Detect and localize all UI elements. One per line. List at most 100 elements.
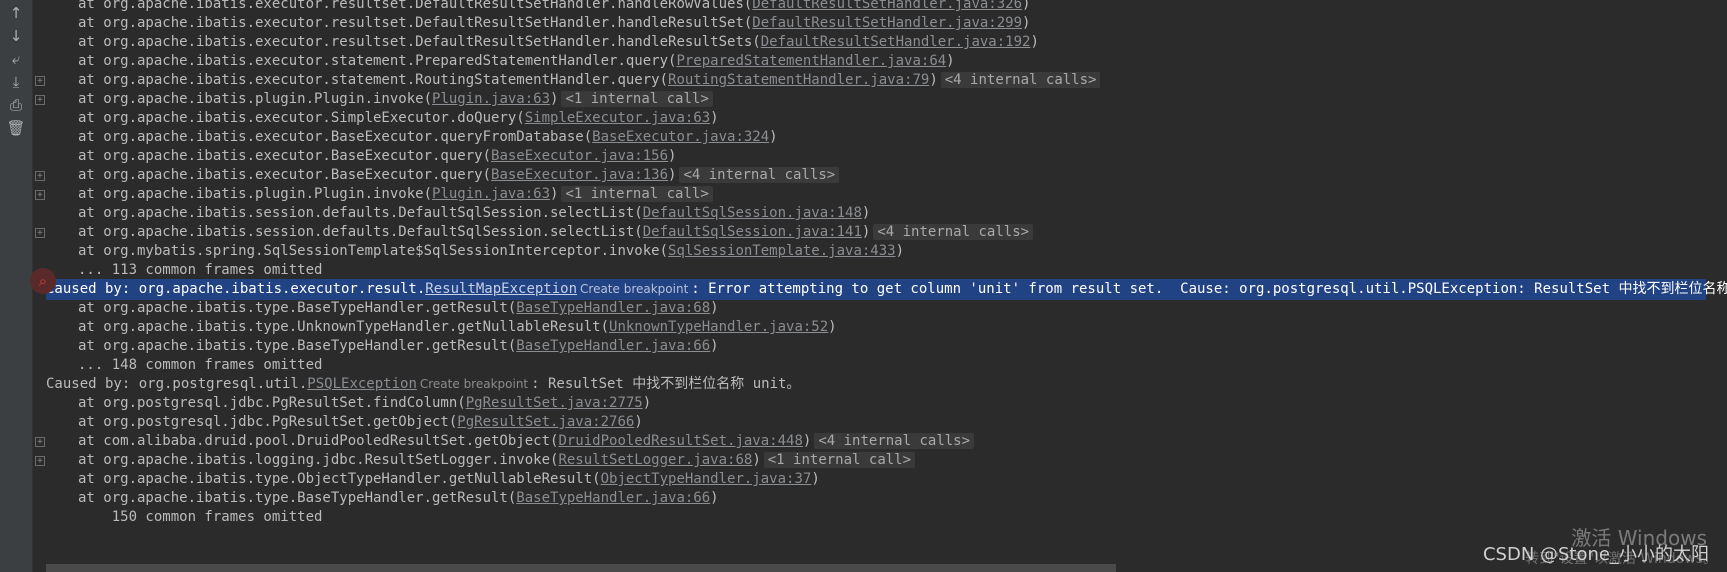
- frame-text-suffix: ): [634, 414, 643, 430]
- source-file-link[interactable]: Plugin.java:63: [432, 186, 550, 202]
- frame-text-suffix: ): [642, 395, 652, 411]
- source-file-link[interactable]: Plugin.java:63: [432, 91, 550, 107]
- internal-calls-badge[interactable]: <4 internal calls>: [814, 433, 975, 449]
- source-file-link[interactable]: PgResultSet.java:2766: [457, 414, 634, 430]
- stack-frame-line[interactable]: at org.postgresql.jdbc.PgResultSet.getOb…: [46, 412, 643, 433]
- exception-class-link[interactable]: ResultMapException: [425, 281, 577, 297]
- stack-frame-line[interactable]: at org.apache.ibatis.executor.statement.…: [46, 70, 1101, 91]
- stack-frame-line[interactable]: at org.apache.ibatis.executor.BaseExecut…: [46, 146, 676, 167]
- source-file-link[interactable]: ObjectTypeHandler.java:37: [601, 471, 812, 487]
- expand-fold-icon[interactable]: +: [35, 228, 45, 238]
- stack-frame-line[interactable]: at org.apache.ibatis.type.BaseTypeHandle…: [46, 336, 719, 357]
- stack-frame-line[interactable]: at org.apache.ibatis.executor.statement.…: [46, 51, 955, 72]
- stack-frame-line[interactable]: at org.apache.ibatis.plugin.Plugin.invok…: [46, 89, 713, 110]
- frame-text: at org.apache.ibatis.executor.BaseExecut…: [78, 129, 593, 145]
- internal-calls-badge[interactable]: <4 internal calls>: [873, 224, 1034, 240]
- internal-calls-badge[interactable]: <1 internal call>: [561, 186, 713, 202]
- stack-frame-line[interactable]: 150 common frames omitted: [46, 507, 323, 528]
- create-breakpoint-link[interactable]: Create breakpoint: [577, 282, 691, 296]
- source-file-link[interactable]: BaseExecutor.java:136: [491, 167, 668, 183]
- stack-frame-line[interactable]: at org.apache.ibatis.type.BaseTypeHandle…: [46, 488, 719, 509]
- stack-frame-line[interactable]: at org.apache.ibatis.type.UnknownTypeHan…: [46, 317, 837, 338]
- source-file-link[interactable]: BaseExecutor.java:324: [592, 129, 769, 145]
- stack-frame-line[interactable]: at org.apache.ibatis.type.BaseTypeHandle…: [46, 298, 719, 319]
- internal-calls-badge[interactable]: <1 internal call>: [763, 452, 916, 468]
- source-file-link[interactable]: SimpleExecutor.java:63: [525, 110, 710, 126]
- expand-fold-icon[interactable]: +: [35, 456, 45, 466]
- stack-frame-line[interactable]: at org.apache.ibatis.logging.jdbc.Result…: [46, 450, 916, 471]
- console-toolbar: ↑ ↓ ⤶ ⤓ ⎙ 🗑: [0, 0, 33, 572]
- frame-text: at org.postgresql.jdbc.PgResultSet.getOb…: [78, 414, 458, 430]
- frame-text-suffix: ): [802, 433, 812, 449]
- stack-frame-line[interactable]: at org.postgresql.jdbc.PgResultSet.findC…: [46, 393, 651, 414]
- frame-text-suffix: ): [811, 471, 820, 487]
- frame-text-suffix: ): [752, 452, 761, 468]
- frame-text-suffix: : ResultSet 中找不到栏位名称 unit。: [531, 376, 801, 392]
- frame-text: at org.apache.ibatis.type.BaseTypeHandle…: [78, 490, 517, 506]
- stack-frame-line[interactable]: at org.apache.ibatis.executor.BaseExecut…: [46, 165, 840, 186]
- source-file-link[interactable]: DefaultResultSetHandler.java:326: [752, 0, 1022, 12]
- source-file-link[interactable]: DefaultResultSetHandler.java:299: [752, 15, 1022, 31]
- source-file-link[interactable]: BaseExecutor.java:156: [491, 148, 668, 164]
- frame-text-suffix: ): [1030, 34, 1039, 50]
- source-file-link[interactable]: DefaultSqlSession.java:148: [643, 205, 862, 221]
- frame-text-suffix: ): [710, 490, 719, 506]
- caused-by-line[interactable]: Caused by: org.apache.ibatis.executor.re…: [46, 279, 1727, 300]
- source-file-link[interactable]: ResultSetLogger.java:68: [558, 452, 752, 468]
- frame-text: at org.apache.ibatis.session.defaults.De…: [78, 224, 643, 240]
- expand-fold-icon[interactable]: +: [35, 76, 45, 86]
- frame-text: at org.apache.ibatis.executor.resultset.…: [78, 34, 761, 50]
- stack-frame-line[interactable]: at org.apache.ibatis.plugin.Plugin.invok…: [46, 184, 713, 205]
- stack-frame-line[interactable]: ... 148 common frames omitted: [46, 355, 322, 376]
- scroll-to-end-icon[interactable]: ⤓: [6, 72, 26, 92]
- source-file-link[interactable]: BaseTypeHandler.java:66: [516, 490, 710, 506]
- frame-text-suffix: ): [1022, 0, 1031, 12]
- expand-fold-icon[interactable]: +: [35, 437, 45, 447]
- source-file-link[interactable]: PgResultSet.java:2775: [466, 395, 643, 411]
- internal-calls-badge[interactable]: <4 internal calls>: [940, 72, 1101, 88]
- horizontal-scrollbar[interactable]: [46, 564, 1116, 572]
- source-file-link[interactable]: DruidPooledResultSet.java:448: [558, 433, 802, 449]
- source-file-link[interactable]: DefaultSqlSession.java:141: [643, 224, 862, 240]
- frame-text-suffix: ): [550, 186, 559, 202]
- print-icon[interactable]: ⎙: [6, 95, 26, 115]
- stack-frame-line[interactable]: at com.alibaba.druid.pool.DruidPooledRes…: [46, 431, 975, 452]
- soft-wrap-icon[interactable]: ⤶: [6, 49, 26, 69]
- stack-frame-line[interactable]: at org.apache.ibatis.executor.SimpleExec…: [46, 108, 719, 129]
- internal-calls-badge[interactable]: <1 internal call>: [561, 91, 713, 107]
- stack-frame-line[interactable]: at org.apache.ibatis.executor.resultset.…: [46, 32, 1039, 53]
- frame-text: at org.apache.ibatis.executor.resultset.…: [78, 15, 753, 31]
- source-file-link[interactable]: SqlSessionTemplate.java:433: [668, 243, 896, 259]
- search-icon[interactable]: ⌕: [30, 268, 56, 294]
- source-file-link[interactable]: PreparedStatementHandler.java:64: [676, 53, 946, 69]
- frame-text: at org.apache.ibatis.type.BaseTypeHandle…: [78, 338, 517, 354]
- source-file-link[interactable]: RoutingStatementHandler.java:79: [668, 72, 929, 88]
- down-arrow-icon[interactable]: ↓: [6, 26, 26, 46]
- frame-text-suffix: ): [710, 300, 719, 316]
- stack-frame-line[interactable]: at org.apache.ibatis.type.ObjectTypeHand…: [46, 469, 820, 490]
- source-file-link[interactable]: DefaultResultSetHandler.java:192: [761, 34, 1031, 50]
- caused-by-line[interactable]: Caused by: org.postgresql.util.PSQLExcep…: [46, 374, 800, 395]
- source-file-link[interactable]: UnknownTypeHandler.java:52: [609, 319, 828, 335]
- console-output[interactable]: at org.apache.ibatis.executor.resultset.…: [46, 0, 1727, 572]
- expand-fold-icon[interactable]: +: [35, 190, 45, 200]
- stack-frame-line[interactable]: at org.apache.ibatis.executor.BaseExecut…: [46, 127, 778, 148]
- trash-icon[interactable]: 🗑: [6, 118, 26, 138]
- up-arrow-icon[interactable]: ↑: [6, 3, 26, 23]
- stack-frame-line[interactable]: at org.mybatis.spring.SqlSessionTemplate…: [46, 241, 904, 262]
- internal-calls-badge[interactable]: <4 internal calls>: [679, 167, 840, 183]
- create-breakpoint-link[interactable]: Create breakpoint: [417, 377, 531, 391]
- frame-text-suffix: ): [946, 53, 955, 69]
- expand-fold-icon[interactable]: +: [35, 95, 45, 105]
- stack-frame-line[interactable]: ... 113 common frames omitted: [46, 260, 322, 281]
- source-file-link[interactable]: BaseTypeHandler.java:68: [516, 300, 710, 316]
- frame-text: at org.apache.ibatis.type.UnknownTypeHan…: [78, 319, 610, 335]
- source-file-link[interactable]: BaseTypeHandler.java:66: [516, 338, 710, 354]
- exception-class-link[interactable]: PSQLException: [307, 376, 417, 392]
- stack-frame-line[interactable]: at org.apache.ibatis.session.defaults.De…: [46, 222, 1034, 243]
- frame-text-suffix: ): [929, 72, 938, 88]
- expand-fold-icon[interactable]: +: [35, 171, 45, 181]
- frame-text: at org.postgresql.jdbc.PgResultSet.findC…: [78, 395, 466, 411]
- stack-frame-line[interactable]: at org.apache.ibatis.executor.resultset.…: [46, 13, 1030, 34]
- stack-frame-line[interactable]: at org.apache.ibatis.session.defaults.De…: [46, 203, 870, 224]
